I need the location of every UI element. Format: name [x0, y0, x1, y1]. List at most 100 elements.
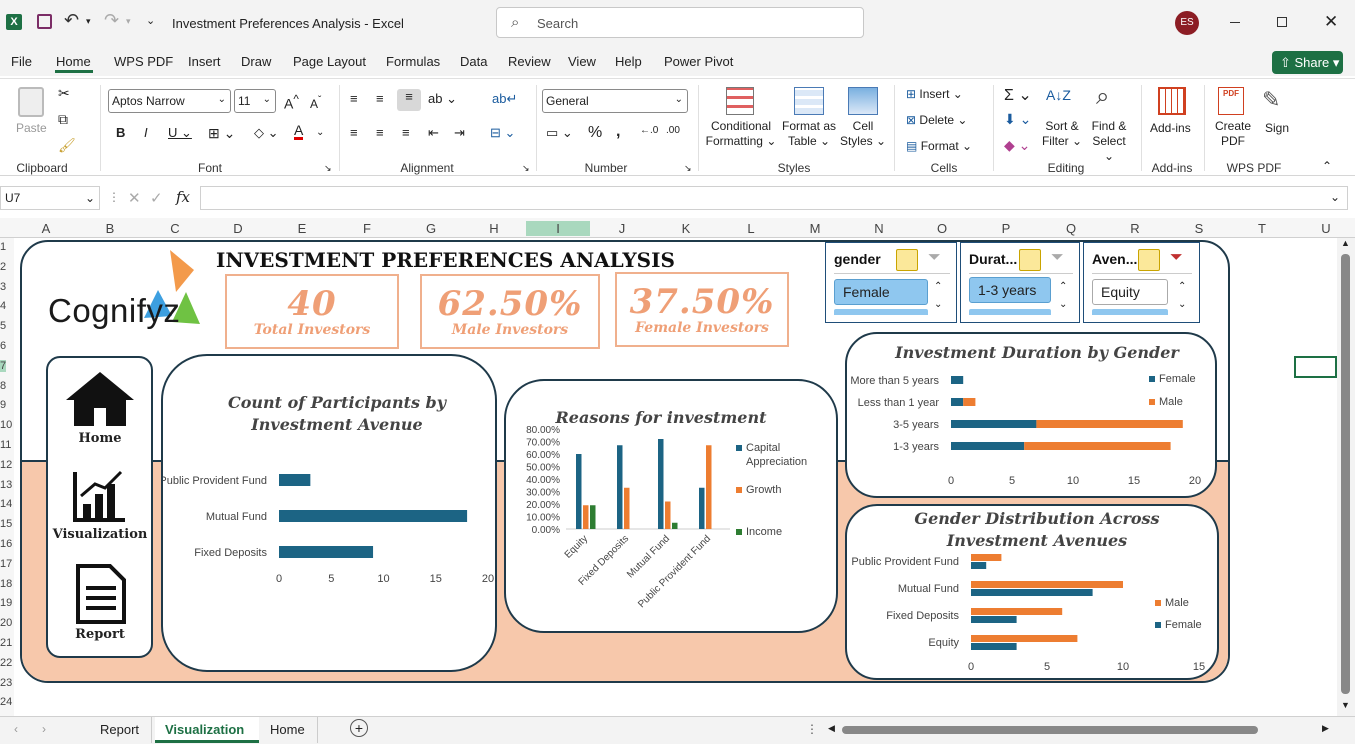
collapse-ribbon-icon[interactable]: ⌃: [1322, 159, 1332, 173]
row-header-14[interactable]: 14: [0, 498, 12, 510]
orientation-icon[interactable]: ab ⌄: [428, 91, 457, 107]
next-sheet-icon[interactable]: ›: [42, 722, 46, 736]
restore-icon[interactable]: [1277, 17, 1287, 27]
percent-style-icon[interactable]: %: [588, 124, 602, 142]
alignment-dialog-launcher-icon[interactable]: ↘: [522, 163, 530, 174]
align-center-icon[interactable]: ≡: [376, 125, 384, 140]
worksheet[interactable]: Cognifyz INVESTMENT PREFERENCES ANALYSIS…: [14, 238, 1337, 716]
column-header-i[interactable]: I: [526, 221, 590, 236]
add-ins-button[interactable]: Add-ins: [1150, 121, 1191, 136]
cell-styles-button[interactable]: Cell Styles ⌄: [838, 119, 888, 149]
format-as-table-button[interactable]: Format as Table ⌄: [780, 119, 838, 149]
chart-reasons-for-investment[interactable]: Reasons for investment 0.00% 10.00% 20.00%…: [504, 379, 838, 633]
share-button[interactable]: ⇧ Share ▾: [1272, 51, 1343, 74]
scroll-up-arrow-icon[interactable]: ▲: [1341, 238, 1350, 248]
redo-dropdown-icon[interactable]: ▾: [126, 16, 131, 27]
row-header-18[interactable]: 18: [0, 578, 12, 590]
name-box[interactable]: U7 ⌄: [0, 186, 100, 210]
merge-center-icon[interactable]: ⊟ ⌄: [490, 125, 515, 141]
avatar[interactable]: ES: [1175, 11, 1199, 35]
increase-indent-icon[interactable]: ⇥: [454, 125, 465, 141]
row-header-2[interactable]: 2: [0, 261, 6, 273]
font-color-icon[interactable]: A: [294, 123, 304, 140]
column-header-q[interactable]: Q: [1061, 221, 1081, 236]
horizontal-scroll-thumb[interactable]: [842, 726, 1258, 734]
sheet-tab-home[interactable]: Home: [262, 717, 318, 743]
conditional-formatting-icon[interactable]: [726, 87, 754, 115]
column-header-p[interactable]: P: [996, 221, 1016, 236]
scroll-left-icon[interactable]: ◀: [828, 723, 835, 734]
format-painter-icon[interactable]: 🖌: [58, 137, 76, 154]
clear-filter-icon[interactable]: ⏷: [928, 249, 941, 267]
slicer-item[interactable]: Female: [834, 279, 928, 305]
column-header-a[interactable]: A: [36, 221, 56, 236]
row-header-21[interactable]: 21: [0, 637, 12, 649]
prev-sheet-icon[interactable]: ‹: [14, 722, 18, 736]
menu-view[interactable]: View: [568, 54, 596, 69]
row-header-20[interactable]: 20: [0, 617, 12, 629]
menu-review[interactable]: Review: [508, 54, 551, 69]
grow-font-icon[interactable]: A^: [284, 93, 299, 112]
underline-icon[interactable]: U ⌄: [168, 125, 192, 141]
report-nav-button[interactable]: Report: [58, 564, 142, 650]
number-format-combo[interactable]: General ⌄: [542, 89, 688, 113]
insert-function-icon[interactable]: fx: [176, 188, 190, 206]
multi-select-icon[interactable]: [896, 249, 918, 271]
conditional-formatting-button[interactable]: Conditional Formatting ⌄: [704, 119, 778, 149]
visualization-nav-button[interactable]: Visualization: [52, 468, 148, 548]
fill-icon[interactable]: ⬇ ⌄: [1004, 111, 1031, 128]
menu-data[interactable]: Data: [460, 54, 487, 69]
chart-duration-by-gender[interactable]: Investment Duration by Gender More than …: [845, 332, 1217, 498]
save-icon[interactable]: [37, 14, 52, 29]
column-header-n[interactable]: N: [869, 221, 889, 236]
home-nav-button[interactable]: Home: [58, 370, 142, 458]
redo-icon[interactable]: ↷: [104, 10, 119, 31]
row-header-5[interactable]: 5: [0, 320, 6, 332]
sort-filter-button[interactable]: Sort & Filter ⌄: [1040, 119, 1084, 149]
row-header-4[interactable]: 4: [0, 300, 6, 312]
sort-filter-icon[interactable]: A↓Z: [1046, 87, 1071, 103]
menu-home[interactable]: Home: [56, 54, 91, 69]
row-header-13[interactable]: 13: [0, 479, 12, 491]
align-left-icon[interactable]: ≡: [350, 125, 358, 140]
column-header-k[interactable]: K: [676, 221, 696, 236]
font-dialog-launcher-icon[interactable]: ↘: [324, 163, 332, 174]
align-top-icon[interactable]: ≡: [350, 91, 358, 106]
sheet-tab-report[interactable]: Report: [92, 717, 152, 743]
paste-button[interactable]: Paste: [16, 121, 47, 136]
add-sheet-icon[interactable]: +: [350, 719, 368, 737]
cell-styles-icon[interactable]: [848, 87, 878, 115]
column-header-b[interactable]: B: [100, 221, 120, 236]
undo-icon[interactable]: ↶: [64, 10, 79, 31]
cancel-icon[interactable]: ✕: [128, 189, 141, 207]
clear-icon[interactable]: ◆ ⌄: [1004, 137, 1030, 154]
row-header-1[interactable]: 1: [0, 241, 6, 253]
cut-icon[interactable]: ✂: [58, 85, 70, 102]
multi-select-icon[interactable]: [1138, 249, 1160, 271]
more-options-icon[interactable]: ⋮: [806, 722, 818, 736]
search-box[interactable]: ⌕ Search: [496, 7, 864, 38]
increase-decimal-icon[interactable]: ←.0: [640, 125, 658, 136]
slicer-item[interactable]: Equity: [1092, 279, 1168, 305]
decrease-indent-icon[interactable]: ⇤: [428, 125, 439, 141]
wrap-text-icon[interactable]: ab↵: [492, 91, 517, 107]
menu-formulas[interactable]: Formulas: [386, 54, 440, 69]
copy-icon[interactable]: ⧉: [58, 111, 68, 128]
row-header-12[interactable]: 12: [0, 459, 12, 471]
expand-formula-bar-icon[interactable]: ⌄: [1330, 190, 1340, 204]
vertical-scroll-thumb[interactable]: [1341, 254, 1350, 694]
multi-select-icon[interactable]: [1019, 249, 1041, 271]
row-header-8[interactable]: 8: [0, 380, 6, 392]
delete-cells-button[interactable]: ⊠ Delete ⌄: [906, 113, 967, 128]
menu-insert[interactable]: Insert: [188, 54, 221, 69]
find-select-button[interactable]: Find & Select ⌄: [1086, 119, 1132, 164]
number-dialog-launcher-icon[interactable]: ↘: [684, 163, 692, 174]
column-header-u[interactable]: U: [1316, 221, 1336, 236]
slicer-duration[interactable]: Durat... ⏷ 1-3 years ⌃ ⌄: [960, 242, 1080, 323]
column-header-j[interactable]: J: [612, 221, 632, 236]
menu-page-layout[interactable]: Page Layout: [293, 54, 366, 69]
column-header-c[interactable]: C: [165, 221, 185, 236]
customize-qat-icon[interactable]: ⌄: [146, 14, 155, 27]
selected-cell-u7[interactable]: [1294, 356, 1337, 378]
sign-icon[interactable]: ✎: [1262, 87, 1280, 113]
